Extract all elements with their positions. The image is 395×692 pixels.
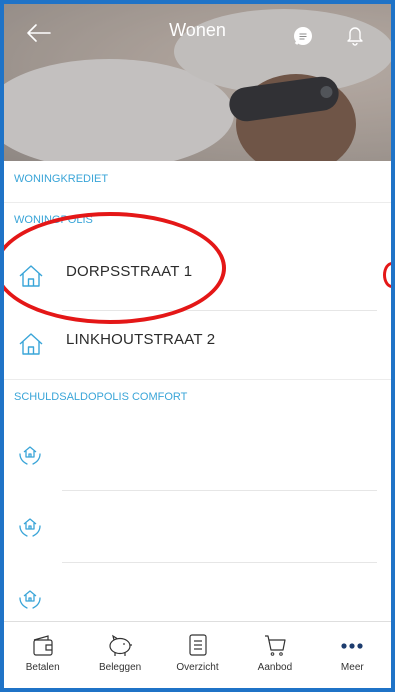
- product-list: WONINGKREDIET WONINGPOLIS DORPSSTRAAT 1 …: [4, 161, 391, 635]
- nav-label: Beleggen: [98, 662, 142, 673]
- house-icon: [19, 265, 43, 287]
- section-header-schuldsaldopolis: SCHULDSALDOPOLIS COMFORT: [4, 379, 391, 419]
- nav-label: Overzicht: [176, 662, 219, 673]
- top-bar: Wonen: [4, 4, 391, 60]
- bottom-navigation: Betalen Beleggen Overzicht Aanbod Meer: [4, 621, 391, 688]
- nav-betalen[interactable]: Betalen: [4, 622, 81, 688]
- nav-label: Betalen: [25, 662, 60, 673]
- section-header-woningpolis: WONINGPOLIS: [14, 214, 93, 226]
- chat-button[interactable]: [292, 25, 314, 47]
- nav-label: Meer: [340, 662, 364, 673]
- nav-overzicht[interactable]: Overzicht: [159, 622, 236, 688]
- app-frame: Wonen WONINGKREDIET WONINGPOLIS DORPSSTR…: [0, 0, 395, 692]
- section-header-woningkrediet[interactable]: WONINGKREDIET: [4, 161, 391, 203]
- wallet-icon: [33, 635, 53, 656]
- nav-aanbod[interactable]: Aanbod: [236, 622, 313, 688]
- list-item-dorpsstraat[interactable]: DORPSSTRAAT 1: [4, 243, 391, 311]
- list-item-schuldsaldo-2[interactable]: [4, 491, 391, 563]
- protected-house-icon: [19, 446, 41, 465]
- list-item-label: LINKHOUTSTRAAT 2: [66, 331, 216, 348]
- page-title: Wonen: [169, 20, 226, 40]
- list-item-schuldsaldo-1[interactable]: [4, 419, 391, 491]
- document-icon: [188, 634, 207, 656]
- chat-icon: [294, 27, 312, 45]
- nav-meer[interactable]: Meer: [314, 622, 391, 688]
- bell-icon: [347, 27, 363, 46]
- cart-icon: [264, 635, 286, 656]
- protected-house-icon: [19, 590, 41, 609]
- nav-beleggen[interactable]: Beleggen: [81, 622, 158, 688]
- house-icon: [19, 333, 43, 355]
- nav-label: Aanbod: [257, 662, 293, 673]
- list-item-label: DORPSSTRAAT 1: [66, 263, 193, 280]
- list-item-linkhoutstraat[interactable]: LINKHOUTSTRAAT 2: [4, 311, 391, 379]
- notifications-button[interactable]: [342, 22, 368, 48]
- piggy-bank-icon: [109, 634, 133, 656]
- protected-house-icon: [19, 518, 41, 537]
- more-icon: [341, 643, 363, 649]
